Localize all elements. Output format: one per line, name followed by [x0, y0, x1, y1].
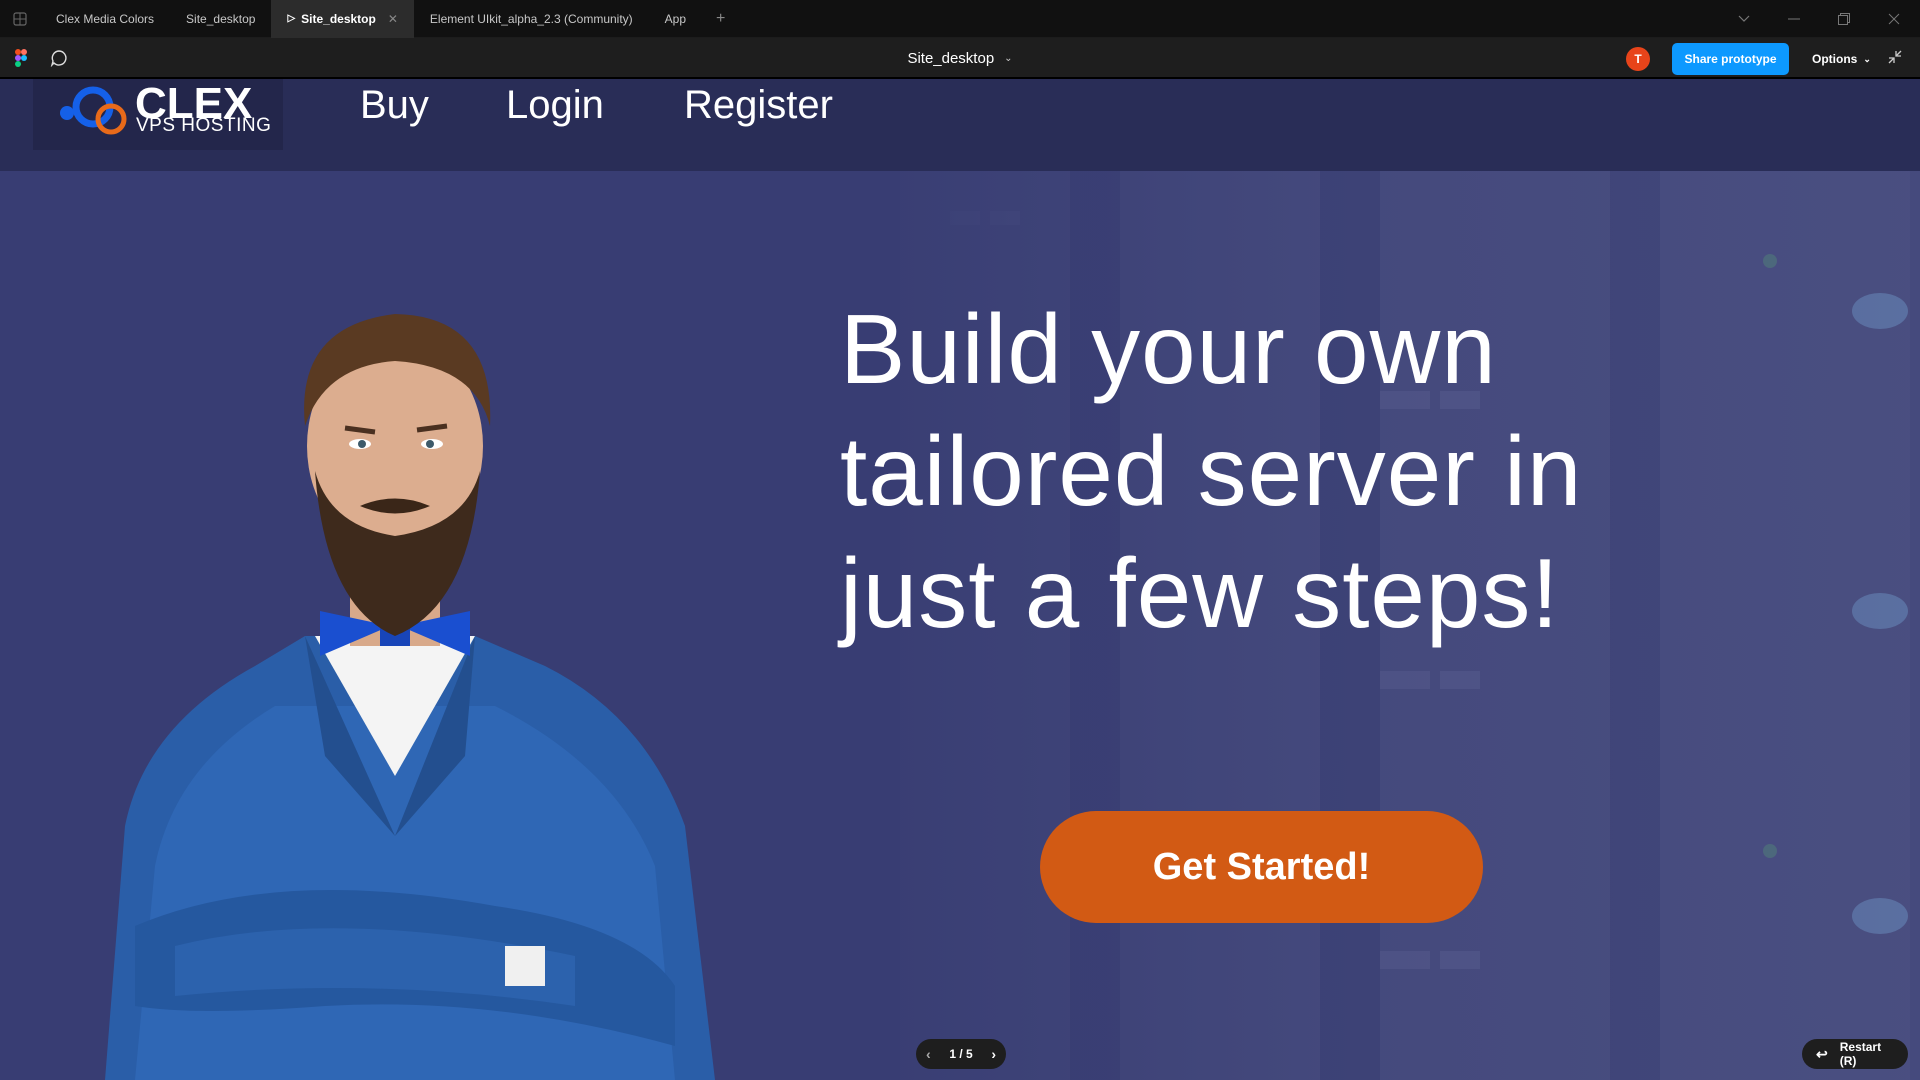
chevron-down-icon[interactable]: [1724, 0, 1764, 38]
headline-line: just a few steps!: [840, 538, 1560, 648]
minimize-icon[interactable]: [1774, 0, 1814, 38]
collapse-icon[interactable]: [1888, 50, 1902, 69]
new-tab-button[interactable]: +: [702, 10, 739, 28]
tab-label: Element UIkit_alpha_2.3 (Community): [429, 11, 633, 26]
previous-frame-icon[interactable]: ‹: [926, 1046, 931, 1062]
play-icon: ▷: [287, 13, 296, 24]
restart-label: Restart (R): [1839, 1040, 1882, 1068]
window-titlebar: Clex Media Colors Site_desktop ▷ Site_de…: [0, 0, 1920, 38]
comment-icon[interactable]: [50, 49, 68, 72]
share-prototype-button[interactable]: Share prototype: [1672, 43, 1789, 75]
close-tab-icon[interactable]: ✕: [388, 12, 398, 26]
tab-element-uikit[interactable]: Element UIkit_alpha_2.3 (Community): [414, 0, 649, 38]
restart-arrow-icon: ↩: [1816, 1045, 1828, 1062]
restart-button[interactable]: ↩ Restart (R): [1802, 1039, 1908, 1069]
tab-clex-media-colors[interactable]: Clex Media Colors: [40, 0, 170, 38]
app-menu-icon[interactable]: [0, 0, 40, 38]
figma-logo-icon[interactable]: [13, 49, 29, 67]
hero-headline: Build your own tailored server in just a…: [840, 288, 1720, 654]
frame-pager: ‹ 1 / 5 ›: [916, 1039, 1006, 1069]
site-logo[interactable]: CLEX VPS HOSTING: [33, 79, 283, 150]
next-frame-icon[interactable]: ›: [991, 1046, 996, 1062]
tab-label: Site_desktop: [301, 11, 376, 26]
tab-label: Clex Media Colors: [56, 11, 155, 26]
tab-label: App: [664, 11, 687, 26]
logo-tagline: VPS HOSTING: [136, 115, 272, 136]
file-title[interactable]: Site_desktop: [907, 50, 994, 67]
get-started-button[interactable]: Get Started!: [1040, 811, 1483, 923]
avatar[interactable]: T: [1626, 47, 1650, 71]
restore-icon[interactable]: [1824, 0, 1864, 38]
headline-line: tailored server in: [840, 416, 1583, 526]
businessman-image: [105, 314, 715, 1080]
tab-app[interactable]: App: [649, 0, 702, 38]
nav-buy[interactable]: Buy: [360, 83, 429, 128]
site-navbar: CLEX VPS HOSTING Buy Login Register: [0, 79, 1920, 171]
tab-site-desktop-prototype[interactable]: ▷ Site_desktop ✕: [271, 0, 414, 38]
headline-line: Build your own: [840, 294, 1497, 404]
prototype-canvas: CLEX VPS HOSTING Buy Login Register Buil…: [0, 79, 1920, 1080]
logo-rings-icon: [60, 86, 127, 135]
hero-section: Build your own tailored server in just a…: [0, 171, 1920, 1080]
tab-site-desktop[interactable]: Site_desktop: [170, 0, 271, 38]
chevron-down-icon[interactable]: ⌄: [1004, 53, 1012, 64]
chevron-down-icon: ⌄: [1863, 53, 1871, 64]
close-window-icon[interactable]: [1874, 0, 1914, 38]
options-button[interactable]: Options ⌄: [1812, 47, 1871, 71]
nav-login[interactable]: Login: [506, 83, 604, 128]
prototype-toolbar: Site_desktop ⌄ T Share prototype Options…: [0, 38, 1920, 78]
nav-register[interactable]: Register: [684, 83, 833, 128]
options-label: Options: [1812, 52, 1858, 66]
tab-label: Site_desktop: [186, 11, 256, 26]
frame-counter: 1 / 5: [949, 1047, 973, 1061]
